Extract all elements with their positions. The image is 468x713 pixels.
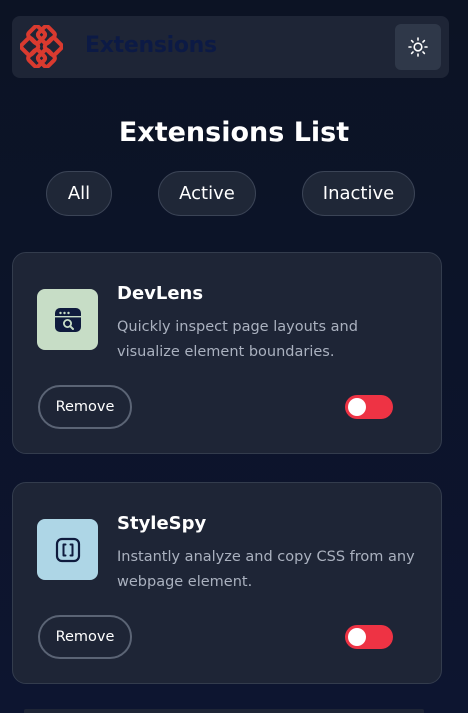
- next-card-edge: [24, 709, 424, 713]
- remove-button[interactable]: Remove: [38, 385, 132, 429]
- description-line: Quickly inspect page layouts and: [117, 319, 358, 335]
- extension-description: Instantly analyze and copy CSS from any …: [117, 545, 417, 595]
- brand-name: Extensions: [85, 33, 217, 58]
- extension-card-devlens: DevLens Quickly inspect page layouts and…: [12, 252, 442, 454]
- enable-toggle[interactable]: [345, 625, 393, 649]
- extension-icon-box: [37, 289, 98, 350]
- toggle-knob: [348, 398, 366, 416]
- description-line: visualize element boundaries.: [117, 344, 335, 360]
- top-bar: Extensions: [12, 16, 449, 78]
- filter-active-button[interactable]: Active: [158, 171, 256, 216]
- toggle-knob: [348, 628, 366, 646]
- filter-inactive-button[interactable]: Inactive: [302, 171, 415, 216]
- theme-toggle-button[interactable]: [395, 24, 441, 70]
- sun-icon: [408, 37, 428, 57]
- enable-toggle[interactable]: [345, 395, 393, 419]
- stylespy-icon: [55, 537, 80, 562]
- extension-name: StyleSpy: [117, 513, 207, 534]
- filter-all-button[interactable]: All: [46, 171, 112, 216]
- extension-description: Quickly inspect page layouts and visuali…: [117, 315, 417, 365]
- description-line: Instantly analyze and copy CSS from any: [117, 549, 415, 565]
- remove-button[interactable]: Remove: [38, 615, 132, 659]
- devlens-icon: [54, 307, 81, 332]
- extension-card-stylespy: StyleSpy Instantly analyze and copy CSS …: [12, 482, 442, 684]
- extension-icon-box: [37, 519, 98, 580]
- extension-name: DevLens: [117, 283, 204, 304]
- description-line: webpage element.: [117, 574, 253, 590]
- page-title: Extensions List: [118, 117, 350, 148]
- extensions-logo-icon: [20, 25, 63, 68]
- extensions-page: Extensions Extensions List All Active In…: [0, 0, 468, 713]
